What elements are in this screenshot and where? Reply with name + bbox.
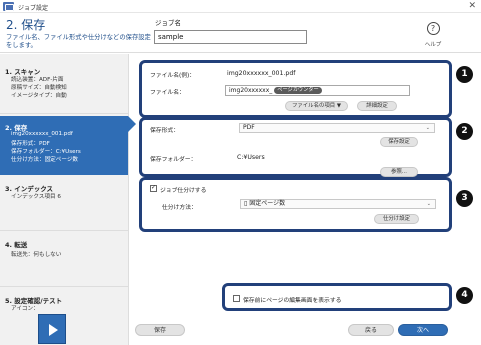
- header: 2. 保存 ファイル名、ファイル形式や仕分けなどの保存設定をします。 ジョブ名 …: [0, 13, 481, 53]
- filename-value: img20xxxxxx_: [229, 87, 273, 94]
- help-button[interactable]: ? ヘルプ: [420, 22, 446, 48]
- job-name-label: ジョブ名: [155, 19, 181, 27]
- job-send-icon: [38, 314, 66, 344]
- help-icon: ?: [426, 22, 440, 35]
- show-edit-page-label: 保存前にページの編集画面を表示する: [243, 298, 342, 304]
- sidebar-step-detail: インデックス項目 6: [11, 194, 61, 200]
- filename-example-label: ファイル名(例)：: [150, 73, 196, 79]
- section-save-format: 保存形式： PDF ⌄ 保存設定 保存フォルダー： C:¥Users 参照...: [139, 117, 452, 177]
- page-title: 2. 保存: [6, 18, 46, 32]
- divider: [0, 113, 128, 114]
- browse-button[interactable]: 参照...: [380, 167, 418, 177]
- job-separation-checkbox[interactable]: [150, 184, 157, 192]
- page-description: ファイル名、ファイル形式や仕分けなどの保存設定をします。: [6, 34, 151, 49]
- sidebar-step-detail: img20xxxxxx_001.pdf: [11, 131, 73, 137]
- save-format-select[interactable]: PDF ⌄: [239, 123, 435, 133]
- title-bar: ジョブ設定 ✕: [0, 0, 481, 13]
- sidebar-step-detail: 保存フォルダー：C:¥Users: [11, 149, 81, 155]
- window-title: ジョブ設定: [18, 5, 49, 12]
- sidebar-step-save[interactable]: 2. 保存 img20xxxxxx_001.pdf 保存形式：PDF 保存フォル…: [0, 116, 136, 175]
- sidebar: 1. スキャン 読込装置：ADF-片面 原稿サイズ：自動検知 イメージタイプ：自…: [0, 54, 136, 345]
- sidebar-step-detail: 保存形式：PDF: [11, 141, 50, 147]
- separation-method-value: 固定ページ数: [249, 200, 286, 207]
- app-icon: [3, 2, 14, 11]
- badge-3: 3: [456, 190, 473, 207]
- sidebar-step-detail: 原稿サイズ：自動検知: [11, 85, 67, 91]
- job-name-input[interactable]: sample: [154, 30, 307, 44]
- sidebar-step-index[interactable]: 3. インデックス インデックス項目 6: [0, 183, 128, 209]
- chevron-down-icon: ⌄: [425, 125, 430, 131]
- filename-example-value: img20xxxxxx_001.pdf: [227, 70, 296, 77]
- detail-settings-button[interactable]: 詳細設定: [357, 101, 397, 111]
- save-format-value: PDF: [243, 124, 255, 131]
- separation-method-select[interactable]: ▯ 固定ページ数 ⌄: [240, 199, 436, 209]
- next-button[interactable]: 次へ: [398, 324, 448, 336]
- page-counter-chip[interactable]: ページカウンター: [274, 87, 322, 94]
- save-folder-label: 保存フォルダー：: [150, 157, 197, 163]
- sidebar-step-detail: アイコン：: [11, 306, 39, 312]
- sidebar-step-detail: 読込装置：ADF-片面: [11, 77, 64, 83]
- sidebar-step-detail: 仕分け方法：固定ページ数: [11, 157, 79, 163]
- back-button[interactable]: 戻る: [348, 324, 394, 336]
- footer-bar: 保存 戻る 次へ: [130, 319, 481, 345]
- divider: [0, 286, 128, 287]
- filename-items-button[interactable]: ファイル名の項目 ▼: [285, 101, 348, 111]
- save-button[interactable]: 保存: [135, 324, 185, 336]
- section-job-separation: ジョブ仕分けする 仕分け方法： ▯ 固定ページ数 ⌄ 仕分け設定: [139, 177, 452, 232]
- chevron-down-icon: ⌄: [426, 201, 431, 207]
- sidebar-step-confirm[interactable]: 5. 設定確認/テスト アイコン：: [0, 295, 128, 345]
- divider: [0, 230, 128, 231]
- filename-input[interactable]: img20xxxxxx_ ページカウンター: [225, 85, 410, 96]
- save-folder-value: C:¥Users: [237, 154, 265, 161]
- job-separation-label: ジョブ仕分けする: [160, 188, 207, 194]
- badge-2: 2: [456, 123, 473, 140]
- show-edit-page-checkbox[interactable]: [233, 295, 240, 302]
- main-panel: ファイル名(例)： img20xxxxxx_001.pdf ファイル名： img…: [130, 54, 481, 345]
- sidebar-step-scan[interactable]: 1. スキャン 読込装置：ADF-片面 原稿サイズ：自動検知 イメージタイプ：自…: [0, 66, 128, 110]
- separation-settings-button[interactable]: 仕分け設定: [374, 214, 419, 224]
- section-edit-page: 保存前にページの編集画面を表示する: [222, 283, 452, 311]
- close-icon[interactable]: ✕: [468, 1, 476, 12]
- save-format-label: 保存形式：: [150, 128, 179, 134]
- sidebar-step-transfer[interactable]: 4. 転送 転送先：何もしない: [0, 239, 128, 265]
- sidebar-step-detail: 転送先：何もしない: [11, 252, 62, 258]
- help-label: ヘルプ: [424, 42, 442, 48]
- section-file-name: ファイル名(例)： img20xxxxxx_001.pdf ファイル名： img…: [139, 60, 452, 118]
- badge-4: 4: [456, 287, 473, 304]
- separation-method-label: 仕分け方法：: [162, 205, 197, 211]
- filename-label: ファイル名：: [150, 90, 185, 96]
- sidebar-step-name: 4. 転送: [5, 241, 28, 249]
- save-options-button[interactable]: 保存設定: [380, 137, 418, 147]
- sidebar-step-detail: イメージタイプ：自動: [11, 93, 67, 99]
- badge-1: 1: [456, 66, 473, 83]
